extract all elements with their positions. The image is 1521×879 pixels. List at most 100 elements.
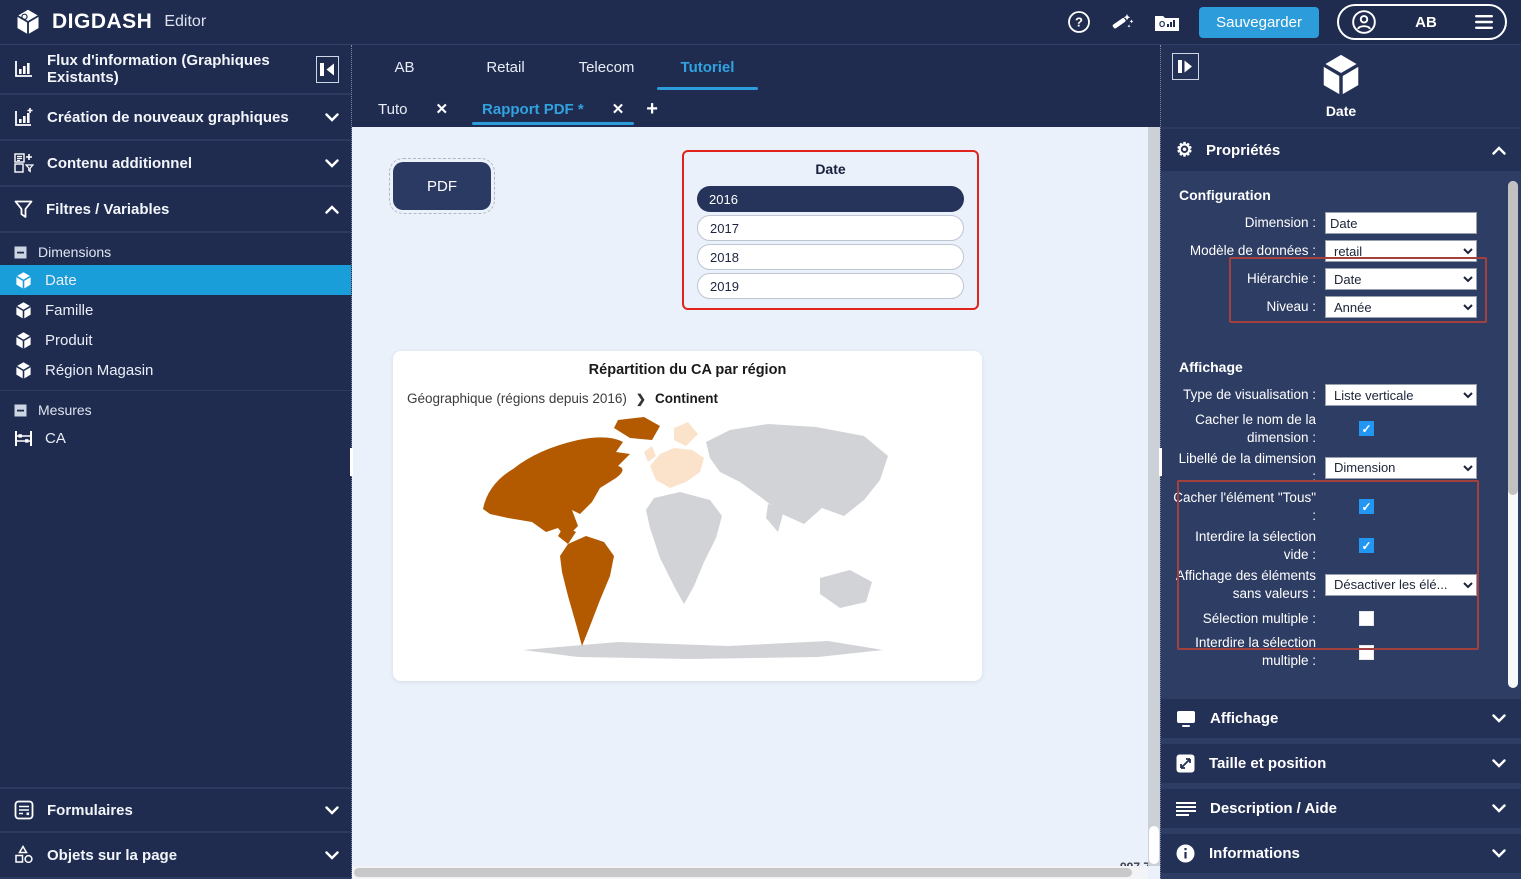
gear-icon: ⚙ bbox=[1176, 141, 1193, 160]
prop-row-hierarchie: Hiérarchie : Date bbox=[1173, 267, 1491, 291]
chevron-up-icon bbox=[325, 205, 339, 214]
section-label: Informations bbox=[1209, 845, 1300, 862]
section-proprietes[interactable]: ⚙ Propriétés bbox=[1161, 127, 1521, 171]
affichage-group: Affichage Type de visualisation : Liste … bbox=[1173, 359, 1491, 670]
sidebar-item-dimension-region[interactable]: Région Magasin bbox=[0, 355, 351, 385]
save-button[interactable]: Sauvegarder bbox=[1199, 7, 1319, 38]
chevron-down-icon bbox=[1492, 804, 1506, 813]
main-area: AB Retail Telecom Tutoriel Tuto ✕ Rappor… bbox=[352, 45, 1160, 879]
breadcrumb-parent[interactable]: Géographique (régions depuis 2016) bbox=[407, 391, 627, 406]
panel-header: Date bbox=[1161, 45, 1521, 127]
dimension-input[interactable] bbox=[1325, 212, 1477, 234]
close-icon[interactable]: ✕ bbox=[435, 100, 448, 118]
prop-row-cacher-tous: Cacher l'élément "Tous" : bbox=[1173, 489, 1491, 524]
prop-row-cacher-nom: Cacher le nom de la dimension : bbox=[1173, 411, 1491, 446]
sidebar-item-formulaires[interactable]: Formulaires bbox=[0, 787, 351, 833]
sidebar-item-flux[interactable]: Flux d'information (Graphiques Existants… bbox=[0, 45, 351, 95]
sidebar-item-creation[interactable]: Création de nouveaux graphiques bbox=[0, 95, 351, 141]
empty-elements-display-select[interactable]: Désactiver les élé... bbox=[1325, 574, 1477, 596]
tab-retail[interactable]: Retail bbox=[455, 45, 556, 91]
dimension-label-select[interactable]: Dimension bbox=[1325, 457, 1477, 479]
map-region-australia[interactable] bbox=[820, 570, 872, 608]
cube-icon bbox=[14, 331, 33, 350]
section-taille-position[interactable]: Taille et position bbox=[1161, 744, 1521, 783]
collapse-right-icon bbox=[1177, 59, 1194, 74]
canvas-horizontal-scrollbar[interactable] bbox=[352, 866, 1148, 879]
pdf-export-widget[interactable]: PDF bbox=[393, 162, 491, 210]
bar-chart-icon bbox=[14, 60, 34, 78]
add-page-button[interactable]: + bbox=[646, 98, 658, 121]
map-region-asia[interactable] bbox=[706, 424, 888, 524]
date-filter-widget[interactable]: Date 2016 2017 2018 2019 bbox=[682, 150, 979, 310]
section-description-aide[interactable]: Description / Aide bbox=[1161, 789, 1521, 828]
user-menu[interactable]: AB bbox=[1337, 4, 1507, 40]
scrollbar-thumb[interactable] bbox=[1149, 826, 1159, 864]
canvas-vertical-scrollbar[interactable] bbox=[1148, 127, 1160, 866]
subtab-rapport-pdf[interactable]: Rapport PDF * ✕ bbox=[472, 91, 634, 127]
section-informations[interactable]: Informations bbox=[1161, 834, 1521, 873]
visualization-type-select[interactable]: Liste verticale bbox=[1325, 384, 1477, 406]
chevron-up-icon bbox=[1492, 146, 1506, 155]
scrollbar-thumb[interactable] bbox=[354, 868, 1132, 877]
shapes-icon bbox=[14, 845, 34, 865]
sidebar-collapse-button[interactable] bbox=[316, 56, 339, 83]
map-region-uk[interactable] bbox=[644, 446, 656, 462]
sidebar-item-mesure-ca[interactable]: CA bbox=[0, 423, 351, 453]
chevron-down-icon bbox=[325, 806, 339, 815]
sidebar-item-dimension-famille[interactable]: Famille bbox=[0, 295, 351, 325]
additional-content-icon bbox=[14, 153, 34, 173]
subtab-label: Rapport PDF * bbox=[482, 101, 584, 118]
map-chart-widget[interactable]: Répartition du CA par région Géographiqu… bbox=[393, 351, 982, 681]
world-map[interactable] bbox=[468, 414, 908, 664]
level-select[interactable]: Année bbox=[1325, 296, 1477, 318]
tab-tutoriel[interactable]: Tutoriel bbox=[657, 45, 758, 91]
sidebar-item-contenu[interactable]: Contenu additionnel bbox=[0, 141, 351, 187]
section-affichage[interactable]: Affichage bbox=[1161, 699, 1521, 738]
wizard-button[interactable] bbox=[1109, 10, 1135, 34]
panel-collapse-button[interactable] bbox=[1172, 53, 1199, 80]
sidebar-item-dimension-date[interactable]: Date bbox=[0, 265, 351, 295]
help-button[interactable]: ? bbox=[1067, 10, 1091, 34]
forbid-empty-selection-checkbox[interactable] bbox=[1359, 538, 1374, 553]
left-sidebar: Flux d'information (Graphiques Existants… bbox=[0, 45, 352, 879]
data-source-button[interactable]: O bbox=[1153, 11, 1181, 33]
panel-splitter-handle[interactable] bbox=[1159, 448, 1162, 476]
page-canvas[interactable]: PDF Date 2016 2017 2018 2019 Répartition… bbox=[352, 127, 1160, 879]
map-region-africa[interactable] bbox=[646, 492, 722, 604]
map-region-antarctica[interactable] bbox=[523, 641, 883, 659]
date-filter-item-2016[interactable]: 2016 bbox=[697, 186, 964, 212]
panel-scrollbar[interactable] bbox=[1508, 181, 1518, 688]
sidebar-item-objets[interactable]: Objets sur la page bbox=[0, 833, 351, 879]
forbid-multiple-selection-checkbox[interactable] bbox=[1359, 645, 1374, 660]
map-region-scandinavia[interactable] bbox=[674, 422, 698, 446]
subtab-tuto[interactable]: Tuto ✕ bbox=[368, 91, 458, 127]
hierarchy-select[interactable]: Date bbox=[1325, 268, 1477, 290]
funnel-icon bbox=[14, 200, 33, 219]
prop-row-dimension: Dimension : bbox=[1173, 211, 1491, 235]
collapse-minus-icon bbox=[14, 404, 27, 417]
hide-dimension-name-checkbox[interactable] bbox=[1359, 421, 1374, 436]
tab-bar: AB Retail Telecom Tutoriel Tuto ✕ Rappor… bbox=[352, 45, 1160, 127]
sidebar-item-filtres[interactable]: Filtres / Variables bbox=[0, 187, 351, 233]
date-filter-item-2018[interactable]: 2018 bbox=[697, 244, 964, 270]
tab-telecom[interactable]: Telecom bbox=[556, 45, 657, 91]
tab-ab[interactable]: AB bbox=[354, 45, 455, 91]
hide-all-item-checkbox[interactable] bbox=[1359, 499, 1374, 514]
close-icon[interactable]: ✕ bbox=[612, 100, 625, 118]
date-filter-item-2017[interactable]: 2017 bbox=[697, 215, 964, 241]
dimensions-header[interactable]: Dimensions bbox=[0, 239, 351, 265]
section-label: Propriétés bbox=[1206, 142, 1280, 159]
map-region-north-america[interactable] bbox=[483, 437, 630, 538]
sidebar-splitter-handle[interactable] bbox=[350, 448, 353, 476]
map-region-europe[interactable] bbox=[650, 448, 704, 488]
map-region-south-america[interactable] bbox=[560, 536, 614, 646]
scrollbar-thumb[interactable] bbox=[1508, 181, 1518, 495]
date-filter-item-2019[interactable]: 2019 bbox=[697, 273, 964, 299]
multiple-selection-checkbox[interactable] bbox=[1359, 611, 1374, 626]
map-region-greenland[interactable] bbox=[614, 417, 660, 440]
mesures-header[interactable]: Mesures bbox=[0, 397, 351, 423]
sidebar-item-dimension-produit[interactable]: Produit bbox=[0, 325, 351, 355]
brand-name: DIGDASH bbox=[52, 10, 152, 34]
hamburger-menu-icon[interactable] bbox=[1475, 15, 1493, 29]
data-model-select[interactable]: retail bbox=[1325, 240, 1477, 262]
